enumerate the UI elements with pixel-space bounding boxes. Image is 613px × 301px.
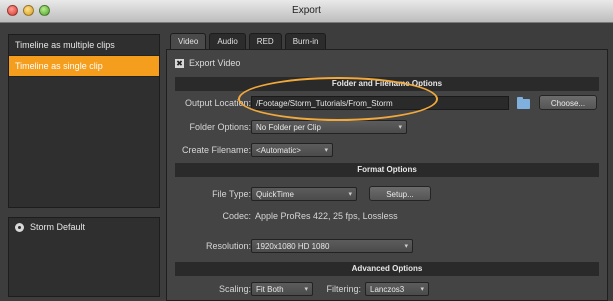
tab-red[interactable]: RED	[248, 33, 282, 50]
dropdown-arrow-icon: ▾	[304, 286, 308, 293]
choose-button[interactable]: Choose...	[539, 95, 597, 110]
tab-bar: Video Audio RED Burn-in	[170, 33, 329, 50]
dropdown-arrow-icon: ▾	[398, 124, 402, 131]
folder-options-select[interactable]: No Folder per Clip ▾	[251, 120, 407, 134]
folder-options-label: Folder Options:	[189, 122, 251, 132]
section-header-advanced: Advanced Options	[175, 262, 599, 276]
file-type-select[interactable]: QuickTime ▾	[251, 187, 357, 201]
export-mode-list: Timeline as multiple clips Timeline as s…	[8, 34, 160, 208]
create-filename-value: <Automatic>	[256, 146, 301, 155]
filtering-select[interactable]: Lanczos3 ▾	[365, 282, 429, 296]
create-filename-label: Create Filename:	[181, 145, 251, 155]
section-header-format: Format Options	[175, 163, 599, 177]
filtering-label: Filtering:	[326, 284, 361, 294]
tab-audio[interactable]: Audio	[209, 33, 246, 50]
dropdown-arrow-icon: ▾	[420, 286, 424, 293]
dropdown-arrow-icon: ▾	[324, 147, 328, 154]
list-item-single-clip[interactable]: Timeline as single clip	[9, 56, 159, 77]
create-filename-select[interactable]: <Automatic> ▾	[251, 143, 333, 157]
codec-value: Apple ProRes 422, 25 fps, Lossless	[255, 211, 398, 221]
filtering-value: Lanczos3	[370, 285, 405, 294]
dropdown-arrow-icon: ▾	[404, 243, 408, 250]
section-header-folder: Folder and Filename Options	[175, 77, 599, 91]
tab-video[interactable]: Video	[170, 33, 207, 50]
window-title: Export	[292, 5, 321, 16]
output-location-label: Output Location:	[184, 98, 251, 108]
storm-icon	[15, 222, 24, 232]
export-window: Export Timeline as multiple clips Timeli…	[0, 0, 613, 301]
preset-label: Storm Default	[30, 222, 86, 232]
resolution-select[interactable]: 1920x1080 HD 1080 ▾	[251, 239, 413, 253]
preset-item-storm-default[interactable]: Storm Default	[9, 218, 159, 236]
folder-options-value: No Folder per Clip	[256, 123, 321, 132]
codec-label: Codec:	[222, 211, 251, 221]
file-type-value: QuickTime	[256, 190, 294, 199]
title-bar: Export	[0, 0, 613, 23]
minimize-window-button[interactable]	[23, 5, 34, 16]
export-video-checkbox[interactable]: ✖	[175, 58, 184, 68]
tab-burn-in[interactable]: Burn-in	[284, 33, 327, 50]
video-tab-content: ✖ Export Video Folder and Filename Optio…	[166, 49, 608, 301]
output-location-field[interactable]: /Footage/Storm_Tutorials/From_Storm	[251, 96, 509, 110]
close-window-button[interactable]	[7, 5, 18, 16]
dropdown-arrow-icon: ▾	[348, 191, 352, 198]
export-video-label: Export Video	[189, 58, 241, 68]
scaling-value: Fit Both	[256, 285, 284, 294]
folder-icon[interactable]	[517, 97, 530, 109]
export-video-checkbox-row[interactable]: ✖ Export Video	[175, 58, 240, 68]
setup-button[interactable]: Setup...	[369, 186, 431, 201]
resolution-value: 1920x1080 HD 1080	[256, 242, 330, 251]
list-item-multiple-clips[interactable]: Timeline as multiple clips	[9, 35, 159, 56]
preset-list: Storm Default	[8, 217, 160, 297]
resolution-label: Resolution:	[205, 241, 251, 251]
scaling-select[interactable]: Fit Both ▾	[251, 282, 313, 296]
zoom-window-button[interactable]	[39, 5, 50, 16]
file-type-label: File Type:	[212, 189, 251, 199]
scaling-label: Scaling:	[218, 284, 251, 294]
